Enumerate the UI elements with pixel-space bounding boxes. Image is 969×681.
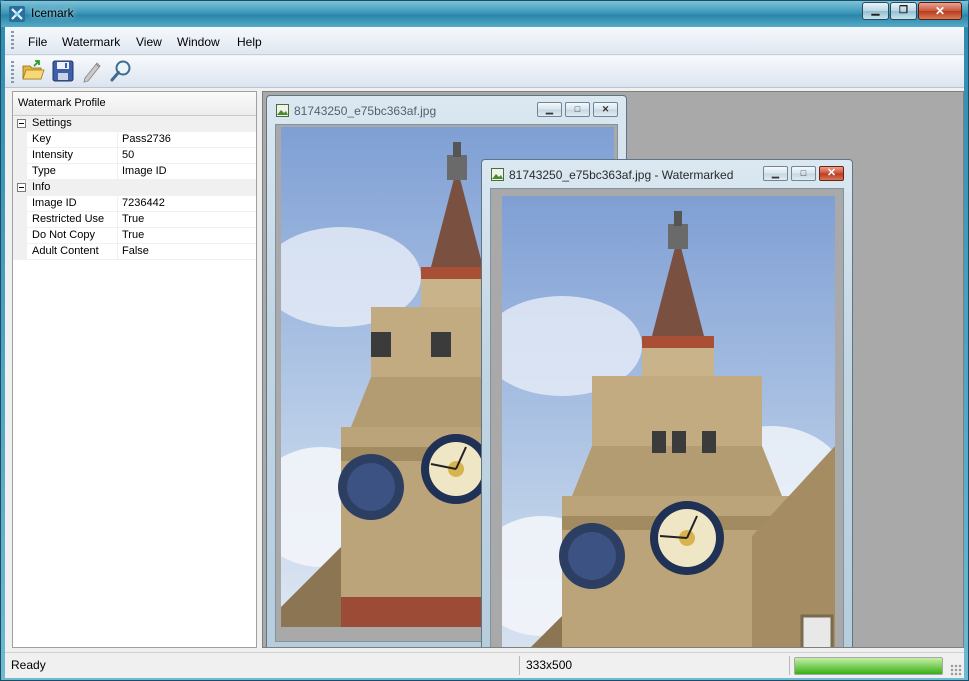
- child-title: 81743250_e75bc363af.jpg - Watermarked: [509, 168, 734, 182]
- property-name: Do Not Copy: [32, 229, 95, 241]
- property-name: Key: [32, 133, 51, 145]
- child-title-bar[interactable]: 81743250_e75bc363af.jpg ▁ □ ✕: [267, 96, 626, 124]
- property-row[interactable]: Image ID 7236442: [13, 196, 256, 212]
- property-name: Image ID: [32, 197, 77, 209]
- property-row[interactable]: Key Pass2736: [13, 132, 256, 148]
- progress-fill: [795, 658, 942, 674]
- watermarked-photo: [502, 196, 835, 647]
- property-name: Adult Content: [32, 245, 99, 257]
- toolbar-grip-icon[interactable]: [11, 61, 14, 83]
- menu-window[interactable]: Window: [177, 35, 220, 49]
- magnifier-icon[interactable]: [109, 59, 133, 83]
- menu-grip-icon[interactable]: [11, 31, 14, 51]
- title-bar[interactable]: Icemark ▁ ❐ ✕: [1, 1, 968, 27]
- image-file-icon: [276, 104, 289, 117]
- child-maximize-button[interactable]: □: [791, 166, 816, 181]
- child-title-bar[interactable]: 81743250_e75bc363af.jpg - Watermarked ▁ …: [482, 160, 852, 188]
- maximize-icon: □: [800, 168, 807, 178]
- status-separator: [789, 656, 790, 675]
- close-icon: ✕: [601, 104, 610, 114]
- window-title: Icemark: [31, 6, 74, 20]
- status-text: Ready: [11, 658, 46, 672]
- minimize-icon: ▁: [871, 5, 880, 16]
- menu-bar: File Watermark View Window Help: [5, 27, 964, 55]
- child-close-button[interactable]: ✕: [819, 166, 844, 181]
- menu-watermark[interactable]: Watermark: [62, 35, 120, 49]
- child-maximize-button[interactable]: □: [565, 102, 590, 117]
- menu-help[interactable]: Help: [237, 35, 262, 49]
- property-value[interactable]: 50: [122, 149, 134, 161]
- property-value[interactable]: Image ID: [122, 165, 167, 177]
- save-disk-icon[interactable]: [51, 59, 75, 83]
- child-minimize-button[interactable]: ▁: [763, 166, 788, 181]
- app-window: Icemark ▁ ❐ ✕ File Watermark View Window…: [0, 0, 969, 681]
- image-viewport: [490, 188, 844, 647]
- watermarked-image-window[interactable]: 81743250_e75bc363af.jpg - Watermarked ▁ …: [481, 159, 853, 647]
- status-separator: [519, 656, 520, 675]
- property-row[interactable]: Type Image ID: [13, 164, 256, 180]
- property-value[interactable]: 7236442: [122, 197, 165, 209]
- property-name: Type: [32, 165, 56, 177]
- progress-bar: [794, 657, 943, 675]
- close-icon: ✕: [826, 167, 837, 179]
- maximize-button[interactable]: ❐: [890, 2, 917, 20]
- child-title: 81743250_e75bc363af.jpg: [294, 104, 437, 118]
- property-name: Intensity: [32, 149, 73, 161]
- property-row[interactable]: Do Not Copy True: [13, 228, 256, 244]
- app-icon: [9, 6, 25, 22]
- child-close-button[interactable]: ✕: [593, 102, 618, 117]
- mdi-workspace: 81743250_e75bc363af.jpg ▁ □ ✕ 81743250_e…: [262, 91, 964, 648]
- collapse-icon[interactable]: [17, 119, 26, 128]
- minimize-icon: ▁: [772, 168, 779, 178]
- property-value[interactable]: True: [122, 213, 144, 225]
- property-name: Restricted Use: [32, 213, 105, 225]
- close-icon: ✕: [934, 4, 946, 18]
- property-value[interactable]: False: [122, 245, 149, 257]
- menu-file[interactable]: File: [28, 35, 47, 49]
- panel-title: Watermark Profile: [13, 92, 256, 116]
- menu-view[interactable]: View: [136, 35, 162, 49]
- category-info[interactable]: Info: [13, 180, 256, 196]
- property-row[interactable]: Intensity 50: [13, 148, 256, 164]
- category-label: Settings: [32, 117, 72, 129]
- child-minimize-button[interactable]: ▁: [537, 102, 562, 117]
- minimize-button[interactable]: ▁: [862, 2, 889, 20]
- minimize-icon: ▁: [546, 104, 553, 114]
- watermark-profile-panel: Watermark Profile Settings Key Pass2736 …: [12, 91, 257, 648]
- resize-grip-icon[interactable]: [950, 664, 962, 676]
- pencil-icon[interactable]: [80, 59, 104, 83]
- property-value[interactable]: Pass2736: [122, 133, 171, 145]
- image-dimensions: 333x500: [526, 658, 573, 672]
- restore-icon: ❐: [899, 5, 908, 16]
- property-row[interactable]: Adult Content False: [13, 244, 256, 260]
- open-folder-icon[interactable]: [21, 59, 45, 83]
- image-file-icon: [491, 168, 504, 181]
- collapse-icon[interactable]: [17, 183, 26, 192]
- client-area: File Watermark View Window Help Watermar…: [5, 27, 964, 678]
- close-button[interactable]: ✕: [918, 2, 962, 20]
- maximize-icon: □: [574, 104, 581, 114]
- property-row[interactable]: Restricted Use True: [13, 212, 256, 228]
- category-label: Info: [32, 181, 51, 193]
- toolbar: [5, 56, 964, 88]
- status-bar: Ready 333x500: [5, 652, 964, 678]
- category-settings[interactable]: Settings: [13, 116, 256, 132]
- property-value[interactable]: True: [122, 229, 144, 241]
